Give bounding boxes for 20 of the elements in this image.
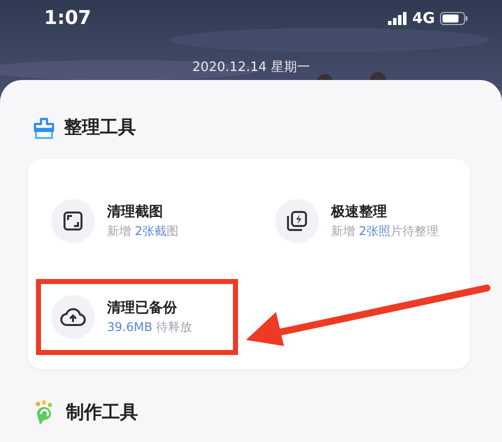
lock-date: 2020.12.14 星期一 (191, 60, 311, 76)
crop-icon (63, 211, 83, 231)
section-title: 整理工具 (64, 116, 136, 140)
tool-title: 清理已备份 (107, 299, 178, 318)
signal-icon (388, 12, 408, 24)
tool-item[interactable]: 清理已备份 39.6MB 待释放 (36, 279, 238, 355)
toolbox-icon (32, 116, 56, 138)
flash-photos-icon (286, 210, 308, 232)
battery-icon (440, 12, 468, 24)
tool-title: 极速整理 (331, 203, 388, 222)
cloud-upload-icon (60, 307, 86, 327)
tool-subtitle: 新增 2张截图 (107, 223, 178, 240)
section-title: 制作工具 (66, 401, 138, 425)
tool-subtitle: 39.6MB 待释放 (107, 319, 192, 336)
tool-subtitle: 新增 2张照片待整理 (331, 223, 438, 240)
tool-item[interactable]: 极速整理 新增 2张照片待整理 (260, 183, 462, 259)
tool-item[interactable]: 清理截图 新增 2张截图 (36, 183, 238, 259)
tool-title: 清理截图 (107, 203, 164, 222)
network-label: 4G (412, 8, 435, 29)
status-time: 1:07 (44, 6, 92, 31)
